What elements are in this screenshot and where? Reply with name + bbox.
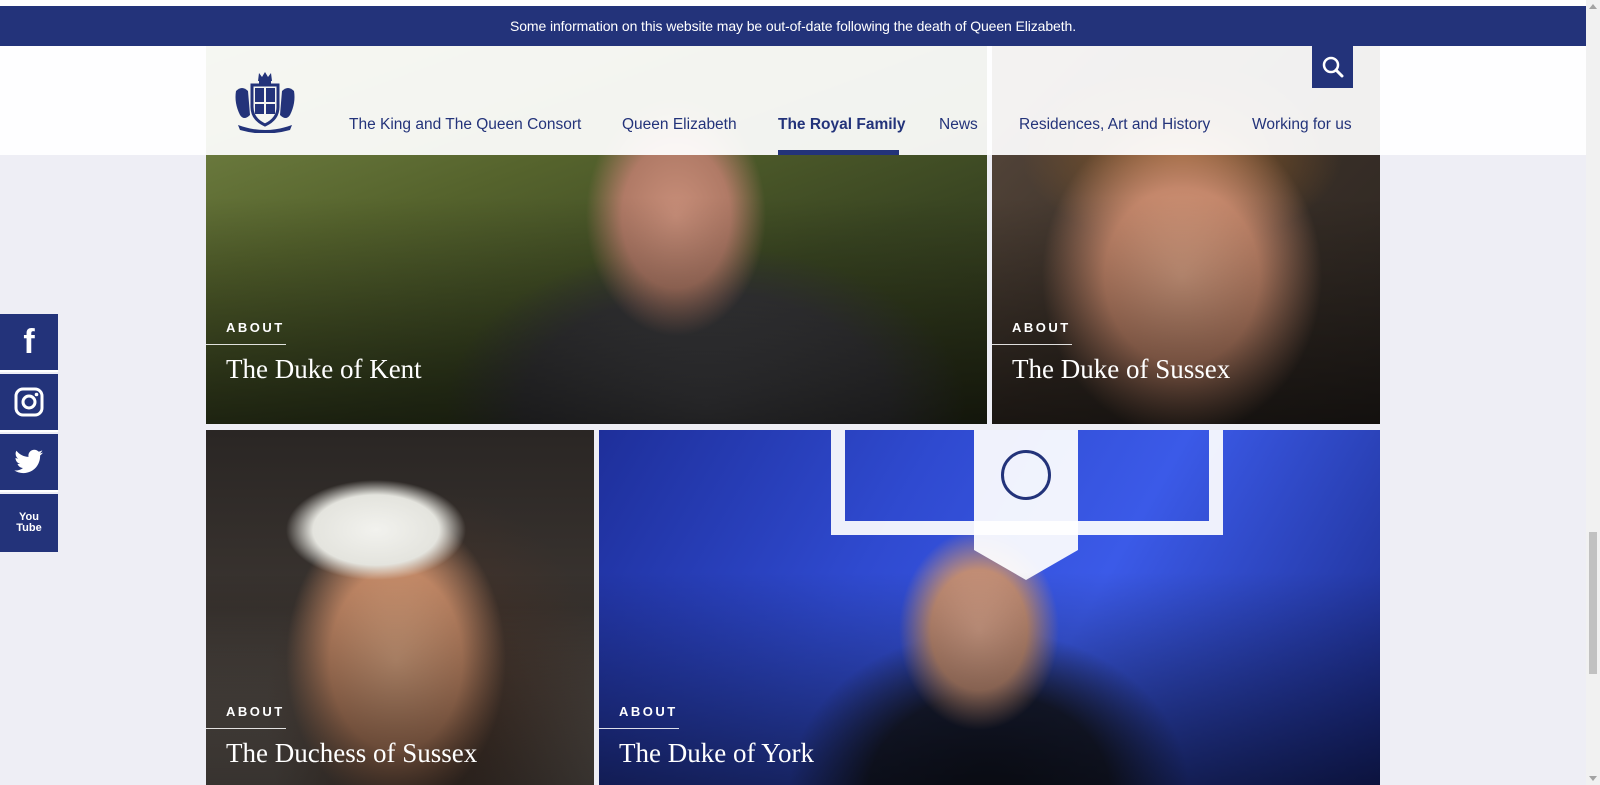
nav-item-the-royal-family[interactable]: The Royal Family — [778, 116, 905, 134]
card-rule — [992, 344, 1072, 345]
notice-text: Some information on this website may be … — [509, 18, 1076, 34]
scroll-up-arrow-icon[interactable] — [1589, 4, 1597, 9]
facebook-button[interactable]: f — [0, 314, 58, 372]
youtube-label-bottom: Tube — [16, 522, 42, 534]
coat-of-arms-icon — [235, 72, 295, 134]
facebook-icon: f — [23, 323, 35, 361]
notice-banner: Some information on this website may be … — [0, 6, 1586, 46]
crest-badge — [974, 430, 1078, 580]
twitter-button[interactable] — [0, 434, 58, 492]
page-scrollbar[interactable] — [1586, 0, 1600, 785]
youtube-button[interactable]: You Tube — [0, 494, 58, 552]
nav-item-news[interactable]: News — [939, 116, 978, 134]
card-kicker: ABOUT — [1012, 320, 1071, 335]
card-title[interactable]: The Duke of Kent — [226, 354, 422, 385]
scroll-down-arrow-icon[interactable] — [1589, 776, 1597, 781]
card-kicker: ABOUT — [619, 704, 678, 719]
scrollbar-thumb[interactable] — [1589, 532, 1597, 674]
card-title[interactable]: The Duke of York — [619, 738, 814, 769]
youtube-icon: You Tube — [16, 512, 41, 534]
card-rule — [599, 728, 679, 729]
royal-coat-of-arms-logo[interactable] — [232, 71, 298, 134]
card-kicker: ABOUT — [226, 320, 285, 335]
card-duke-of-york[interactable]: ABOUT The Duke of York — [599, 430, 1380, 785]
nav-item-residences-art-and-history[interactable]: Residences, Art and History — [1019, 116, 1210, 134]
nav-item-the-king-and-the-queen-consort[interactable]: The King and The Queen Consort — [349, 116, 581, 134]
card-duchess-of-sussex[interactable]: ABOUT The Duchess of Sussex — [206, 430, 594, 785]
nav-item-queen-elizabeth[interactable]: Queen Elizabeth — [622, 116, 737, 134]
instagram-icon — [14, 387, 44, 417]
search-button[interactable] — [1312, 46, 1353, 88]
card-rule — [206, 728, 286, 729]
card-kicker: ABOUT — [226, 704, 285, 719]
card-overlay — [206, 197, 987, 424]
card-rule — [206, 344, 286, 345]
search-icon — [1322, 56, 1343, 78]
crest-emblem — [1001, 450, 1051, 500]
card-title[interactable]: The Duchess of Sussex — [226, 738, 477, 769]
instagram-button[interactable] — [0, 374, 58, 432]
twitter-icon — [14, 449, 43, 474]
nav-active-indicator — [778, 150, 899, 155]
card-title[interactable]: The Duke of Sussex — [1012, 354, 1230, 385]
card-overlay — [992, 197, 1380, 424]
nav-item-working-for-us[interactable]: Working for us — [1252, 116, 1352, 134]
